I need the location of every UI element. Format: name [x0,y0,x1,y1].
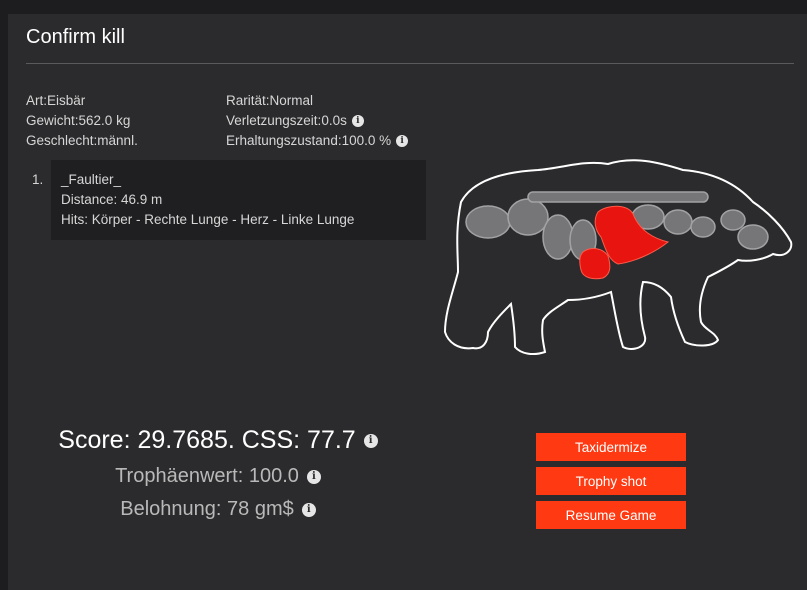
hit-heart [579,248,611,280]
stat-injury-time: Verletzungszeit: 0.0s i [226,111,408,131]
resume-game-button[interactable]: Resume Game [536,501,686,529]
animal-stats-left: Art: Eisbär Gewicht: 562.0 kg Geschlecht… [26,91,138,151]
info-icon[interactable]: i [301,502,316,517]
shot-entry: _Faultier_ Distance: 46.9 m Hits: Körper… [51,160,426,240]
trophy-shot-button[interactable]: Trophy shot [536,467,686,495]
trophy-value-line: Trophäenwert: 100.0 i [28,465,408,488]
stat-rarity: Rarität: Normal [226,93,314,108]
stat-gender: Geschlecht: männl. [26,133,138,148]
animal-stats-right: Rarität: Normal Verletzungszeit: 0.0s i … [226,91,409,151]
stat-weight: Gewicht: 562.0 kg [26,113,131,128]
shot-distance: Distance: 46.9 m [61,192,163,207]
dialog-title: Confirm kill [26,26,125,48]
shooter-name: _Faultier_ [61,172,122,187]
stat-species: Art: Eisbär [26,93,86,108]
info-icon[interactable]: i [363,433,378,448]
title-divider [26,63,794,64]
info-icon[interactable]: i [396,135,409,147]
info-icon[interactable]: i [351,115,364,127]
info-icon[interactable]: i [306,469,321,484]
confirm-kill-dialog: Confirm kill Art: Eisbär Gewicht: 562.0 … [8,14,807,590]
taxidermize-button[interactable]: Taxidermize [536,433,686,461]
shot-hits: Hits: Körper - Rechte Lunge - Herz - Lin… [61,212,355,227]
score-summary: Score: 29.7685. CSS: 77.7 i Trophäenwert… [28,426,408,521]
stat-preservation: Erhaltungszustand: 100.0 % i [226,131,409,151]
score-line: Score: 29.7685. CSS: 77.7 i [28,426,408,455]
shot-index: 1. [32,172,44,187]
reward-line: Belohnung: 78 gm$ i [28,498,408,521]
bear-hit-diagram [443,159,793,356]
